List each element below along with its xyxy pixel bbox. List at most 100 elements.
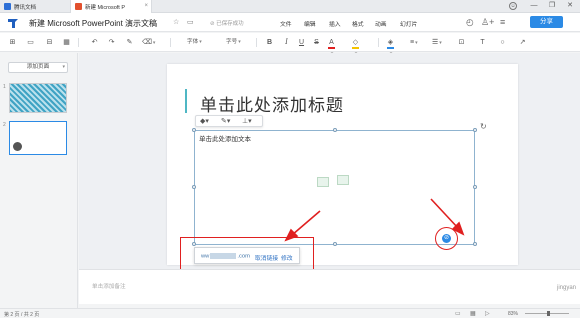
zoom-slider-knob[interactable]	[547, 311, 550, 316]
zoom-level: 83%	[508, 311, 519, 317]
slide-number: 1	[3, 84, 6, 90]
align-button[interactable]: ≡	[410, 38, 418, 47]
powerpoint-icon	[75, 3, 82, 10]
edit-link-button[interactable]: 修改	[281, 253, 293, 262]
url-prefix: ww	[201, 253, 210, 260]
resize-handle[interactable]	[473, 242, 477, 246]
redo-icon[interactable]: ↷	[107, 38, 116, 47]
strikethrough-button[interactable]: S	[313, 38, 320, 47]
slide[interactable]: 单击此处添加标题 单击此处添加文本 ◆▾ ✎▾ ⊥▾ ↻ ⊘	[167, 64, 518, 265]
menu-format[interactable]: 格式	[352, 19, 364, 28]
chevron-down-icon[interactable]: ▾	[62, 63, 65, 72]
highlight-button[interactable]: ◇	[352, 38, 359, 49]
add-collaborator-icon[interactable]: ♙+	[481, 17, 494, 28]
page-indicator: 第 2 页 / 共 2 页	[4, 312, 40, 318]
list-button[interactable]: ☰	[432, 38, 442, 47]
rotate-icon[interactable]: ↻	[480, 122, 487, 131]
folder-icon[interactable]: ▭	[187, 18, 194, 26]
divider	[78, 38, 79, 47]
menu-slides[interactable]: 幻灯片	[400, 19, 417, 28]
floating-format-toolbar: ◆▾ ✎▾ ⊥▾	[195, 115, 263, 127]
underline-button[interactable]: U	[298, 38, 305, 47]
italic-button[interactable]: I	[283, 38, 290, 47]
slide-thumbnail-1[interactable]	[9, 83, 67, 113]
minimize-button[interactable]: —	[529, 1, 539, 11]
divider	[378, 38, 379, 47]
add-page-button[interactable]: 添加页面 ▾	[8, 62, 68, 73]
border-icon[interactable]: ✎▾	[221, 117, 230, 125]
format-toolbar: ⊞ ▭ ⊟ ▦ ↶ ↷ ✎ ⌫ 字体 字号 B I U S A ◇ ◈ ≡ ☰ …	[0, 33, 580, 52]
slide-thumbnail-2[interactable]	[9, 121, 67, 155]
tencent-docs-logo-icon[interactable]	[7, 17, 19, 29]
menu-insert[interactable]: 插入	[329, 19, 341, 28]
resize-handle[interactable]	[333, 128, 337, 132]
resize-handle[interactable]	[333, 242, 337, 246]
browser-tab-presentation[interactable]: 新建 Microsoft P ×	[70, 0, 152, 13]
divider	[256, 38, 257, 47]
link-url[interactable]: ww .com	[201, 253, 250, 260]
image-placeholder-icon[interactable]	[337, 175, 349, 185]
resize-handle[interactable]	[192, 128, 196, 132]
tencent-docs-icon	[4, 3, 11, 10]
font-size-select[interactable]: 字号	[226, 38, 241, 47]
title-placeholder[interactable]: 单击此处添加标题	[200, 91, 344, 116]
browser-tab-tencent-docs[interactable]: 腾讯文档	[0, 0, 62, 13]
font-family-select[interactable]: 字体	[187, 38, 202, 47]
notes-toggle-icon[interactable]: ▭	[455, 310, 461, 317]
url-suffix: .com	[237, 253, 250, 260]
grid-view-icon[interactable]: ▦	[470, 310, 476, 317]
font-color-button[interactable]: A	[328, 38, 335, 49]
divider	[170, 38, 171, 47]
line-icon[interactable]: ↗	[518, 38, 527, 47]
browser-tab-bar: 腾讯文档 新建 Microsoft P × ☺ — ❐ ✕	[0, 0, 580, 13]
table-placeholder-icon[interactable]	[317, 177, 329, 187]
zoom-slider[interactable]	[525, 311, 569, 316]
body-placeholder[interactable]: 单击此处添加文本	[199, 133, 251, 143]
resize-handle[interactable]	[473, 128, 477, 132]
add-page-label: 添加页面	[26, 64, 50, 70]
menu-animation[interactable]: 动画	[375, 19, 387, 28]
document-title[interactable]: 新建 Microsoft PowerPoint 演示文稿	[29, 18, 157, 29]
table-icon[interactable]: ⊟	[45, 38, 54, 47]
fill-color-button[interactable]: ◈	[387, 38, 394, 49]
body-text-box[interactable]: 单击此处添加文本	[192, 128, 477, 246]
text-box-icon[interactable]: T	[478, 38, 487, 47]
history-icon[interactable]: ◴	[466, 17, 474, 28]
slide-number: 2	[3, 122, 6, 128]
status-bar: 第 2 页 / 共 2 页 ▭ ▦ ▷ 83%	[0, 308, 580, 318]
shape-icon[interactable]: ○	[498, 38, 507, 47]
resize-handle[interactable]	[473, 185, 477, 189]
cancel-link-button[interactable]: 取消链接	[255, 253, 278, 262]
star-icon[interactable]: ☆	[173, 18, 179, 26]
tab-label: 新建 Microsoft P	[85, 4, 126, 11]
restore-button[interactable]: ❐	[547, 1, 557, 11]
grid-icon[interactable]: ▦	[62, 38, 71, 47]
fill-icon[interactable]: ◆▾	[200, 117, 209, 125]
notes-placeholder[interactable]: 单击添加备注	[92, 282, 126, 290]
tab-label: 腾讯文档	[14, 4, 37, 11]
menu-icon[interactable]: ≡	[500, 17, 505, 27]
url-redacted	[210, 253, 237, 259]
arrange-icon[interactable]: ⊥▾	[242, 117, 252, 125]
share-button[interactable]: 分享	[530, 16, 563, 28]
thumbnail-badge-icon	[13, 142, 22, 151]
undo-icon[interactable]: ↶	[90, 38, 99, 47]
resize-handle[interactable]	[192, 185, 196, 189]
close-window-button[interactable]: ✕	[565, 1, 575, 11]
clear-format-icon[interactable]: ⌫	[142, 38, 155, 47]
menu-edit[interactable]: 编辑	[304, 19, 316, 28]
insert-image-icon[interactable]: ⊡	[457, 38, 466, 47]
hyperlink-popup: ww .com 取消链接 修改	[194, 247, 300, 264]
close-tab-icon[interactable]: ×	[144, 3, 148, 9]
document-titlebar: 新建 Microsoft PowerPoint 演示文稿 ☆ ▭ ⊘ 已保存成功…	[0, 13, 580, 32]
present-icon[interactable]: ▷	[485, 310, 490, 317]
watermark: jingyan	[556, 285, 576, 291]
format-painter-icon[interactable]: ✎	[125, 38, 134, 47]
menu-file[interactable]: 文件	[280, 19, 292, 28]
layout-icon[interactable]: ▭	[26, 38, 35, 47]
new-slide-icon[interactable]: ⊞	[8, 38, 17, 47]
feedback-icon[interactable]: ☺	[509, 2, 517, 10]
speaker-notes[interactable]: 单击添加备注 jingyan	[79, 269, 580, 304]
bold-button[interactable]: B	[266, 38, 273, 47]
link-icon[interactable]: ⊘	[442, 234, 451, 243]
